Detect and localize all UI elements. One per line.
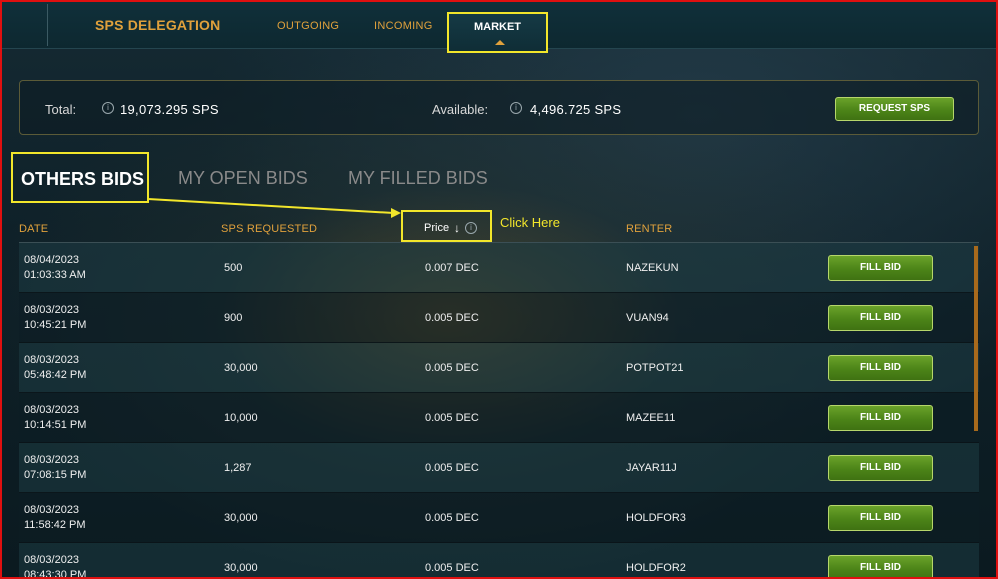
app-frame: SPS DELEGATION OUTGOING INCOMING MARKET … <box>0 0 998 579</box>
info-icon[interactable]: i <box>102 102 114 114</box>
row-sps: 500 <box>224 262 243 274</box>
nav-incoming[interactable]: INCOMING <box>374 20 433 32</box>
fill-bid-button[interactable]: FILL BID <box>828 255 933 281</box>
tab-my-filled-bids[interactable]: MY FILLED BIDS <box>348 168 488 189</box>
row-sps: 900 <box>224 312 243 324</box>
annotation-arrow-line <box>147 198 395 214</box>
available-value: 4,496.725 SPS <box>530 102 622 117</box>
info-icon[interactable]: i <box>465 222 477 234</box>
row-sps: 1,287 <box>224 462 252 474</box>
date-text: 08/04/2023 <box>24 254 80 266</box>
time-text: 01:03:33 AM <box>24 269 86 281</box>
row-renter: POTPOT21 <box>626 362 684 374</box>
time-text: 11:58:42 PM <box>24 519 86 531</box>
annotation-click-here: Click Here <box>500 215 560 230</box>
table-row: 08/03/2023 10:14:51 PM 10,000 0.005 DEC M… <box>19 393 979 443</box>
date-text: 08/03/2023 <box>24 554 80 566</box>
nav-market[interactable]: MARKET <box>447 12 548 53</box>
column-header-date: DATE <box>19 223 49 235</box>
total-value: 19,073.295 SPS <box>120 102 219 117</box>
date-text: 08/03/2023 <box>24 454 80 466</box>
row-price: 0.005 DEC <box>425 512 479 524</box>
price-header-label: Price <box>424 222 450 234</box>
row-price: 0.007 DEC <box>425 262 479 274</box>
summary-panel: Total: i 19,073.295 SPS Available: i 4,4… <box>19 80 979 135</box>
active-caret-icon <box>495 40 505 45</box>
row-sps: 30,000 <box>224 512 258 524</box>
row-sps: 30,000 <box>224 362 258 374</box>
row-date: 08/03/2023 05:48:42 PM <box>24 353 86 383</box>
fill-bid-button[interactable]: FILL BID <box>828 355 933 381</box>
row-renter: NAZEKUN <box>626 262 679 274</box>
row-renter: HOLDFOR3 <box>626 512 686 524</box>
row-price: 0.005 DEC <box>425 412 479 424</box>
nav-outgoing[interactable]: OUTGOING <box>277 20 339 32</box>
total-label: Total: <box>45 102 77 117</box>
date-text: 08/03/2023 <box>24 304 80 316</box>
row-date: 08/03/2023 07:08:15 PM <box>24 453 86 483</box>
fill-bid-button[interactable]: FILL BID <box>828 505 933 531</box>
sort-down-arrow-icon: ↓ <box>454 221 460 235</box>
row-price: 0.005 DEC <box>425 462 479 474</box>
scrollbar-thumb[interactable] <box>974 246 978 431</box>
request-sps-button[interactable]: REQUEST SPS <box>835 97 954 121</box>
row-sps: 30,000 <box>224 562 258 574</box>
top-nav: SPS DELEGATION OUTGOING INCOMING MARKET <box>2 2 996 53</box>
arrow-head-icon <box>391 208 401 218</box>
row-renter: HOLDFOR2 <box>626 562 686 574</box>
brand-title: SPS DELEGATION <box>95 17 221 33</box>
date-text: 08/03/2023 <box>24 504 80 516</box>
row-date: 08/03/2023 08:43:30 PM <box>24 553 87 579</box>
table-row: 08/03/2023 08:43:30 PM 30,000 0.005 DEC H… <box>19 543 979 579</box>
nav-market-label: MARKET <box>473 21 522 33</box>
fill-bid-button[interactable]: FILL BID <box>828 305 933 331</box>
fill-bid-button[interactable]: FILL BID <box>828 555 933 577</box>
row-sps: 10,000 <box>224 412 258 424</box>
info-icon[interactable]: i <box>510 102 522 114</box>
column-header-price[interactable]: Price ↓ i <box>401 210 492 242</box>
time-text: 08:43:30 PM <box>24 569 87 579</box>
fill-bid-button[interactable]: FILL BID <box>828 405 933 431</box>
tab-others-bids-label: OTHERS BIDS <box>21 169 145 189</box>
table-row: 08/03/2023 05:48:42 PM 30,000 0.005 DEC P… <box>19 343 979 393</box>
tab-my-open-bids[interactable]: MY OPEN BIDS <box>178 168 308 189</box>
nav-divider <box>47 4 48 46</box>
table-row: 08/03/2023 10:45:21 PM 900 0.005 DEC VUAN… <box>19 293 979 343</box>
date-text: 08/03/2023 <box>24 354 80 366</box>
row-renter: JAYAR11J <box>626 462 677 474</box>
table-row: 08/04/2023 01:03:33 AM 500 0.007 DEC NAZE… <box>19 243 979 293</box>
row-date: 08/03/2023 10:45:21 PM <box>24 303 86 333</box>
time-text: 10:45:21 PM <box>24 319 87 331</box>
row-date: 08/04/2023 01:03:33 AM <box>24 253 86 283</box>
available-label: Available: <box>432 102 489 117</box>
time-text: 05:48:42 PM <box>24 369 87 381</box>
row-price: 0.005 DEC <box>425 312 479 324</box>
time-text: 10:14:51 PM <box>24 419 87 431</box>
bids-table-body: 08/04/2023 01:03:33 AM 500 0.007 DEC NAZE… <box>19 243 979 579</box>
date-text: 08/03/2023 <box>24 404 80 416</box>
row-date: 08/03/2023 10:14:51 PM <box>24 403 86 433</box>
row-price: 0.005 DEC <box>425 562 479 574</box>
fill-bid-button[interactable]: FILL BID <box>828 455 933 481</box>
time-text: 07:08:15 PM <box>24 469 87 481</box>
table-row: 08/03/2023 11:58:42 PM 30,000 0.005 DEC H… <box>19 493 979 543</box>
row-renter: VUAN94 <box>626 312 669 324</box>
row-renter: MAZEE11 <box>626 412 676 424</box>
column-header-sps-requested: SPS REQUESTED <box>221 223 318 235</box>
table-row: 08/03/2023 07:08:15 PM 1,287 0.005 DEC JA… <box>19 443 979 493</box>
tab-others-bids[interactable]: OTHERS BIDS <box>11 152 149 203</box>
row-date: 08/03/2023 11:58:42 PM <box>24 503 86 533</box>
column-header-renter: RENTER <box>626 223 673 235</box>
row-price: 0.005 DEC <box>425 362 479 374</box>
